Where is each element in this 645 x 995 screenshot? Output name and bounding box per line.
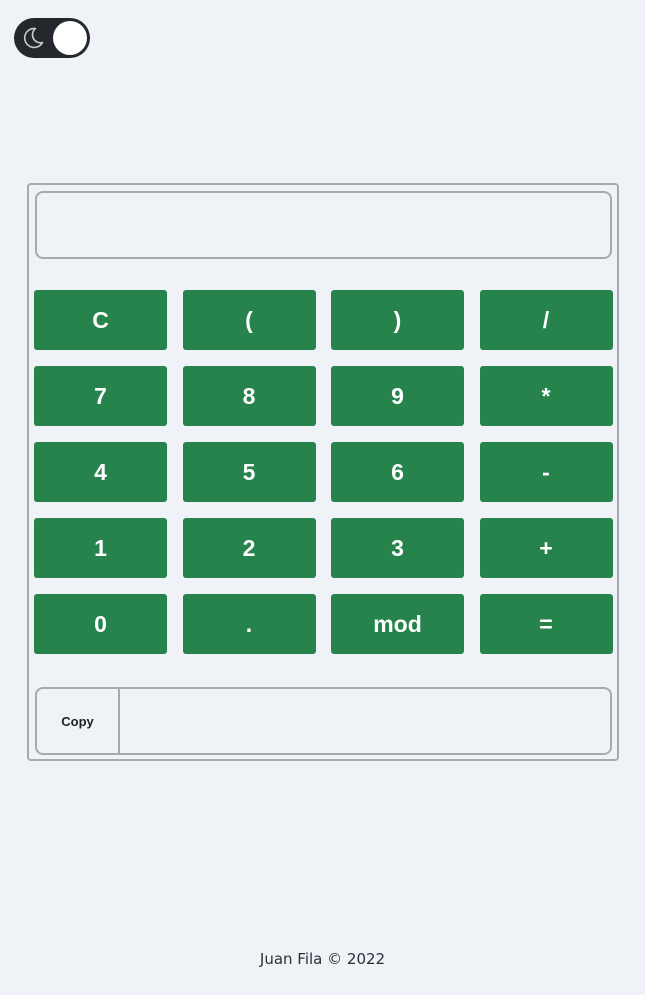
theme-toggle[interactable] <box>14 18 90 58</box>
digit-6-button[interactable]: 6 <box>331 442 464 502</box>
footer-credit: Juan Fila © 2022 <box>259 950 386 968</box>
multiply-button[interactable]: * <box>479 366 613 426</box>
calculator: C()/ 7 8 9 * 4 5 6- 1 2 3 +0. mod = Copy <box>27 183 619 761</box>
digit-3-button[interactable]: 3 <box>331 518 464 578</box>
moon-icon <box>23 27 44 49</box>
clear-button[interactable]: C <box>34 290 167 350</box>
keypad: C()/ 7 8 9 * 4 5 6- 1 2 3 +0. mod = <box>34 290 614 654</box>
digit-5-button[interactable]: 5 <box>182 442 316 502</box>
open-paren-button[interactable]: ( <box>182 290 316 350</box>
digit-0-button[interactable]: 0 <box>34 594 167 654</box>
calculator-display[interactable] <box>35 191 612 259</box>
subtract-button[interactable]: - <box>479 442 613 502</box>
result-output[interactable] <box>120 689 610 753</box>
decimal-button[interactable]: . <box>182 594 316 654</box>
digit-2-button[interactable]: 2 <box>182 518 316 578</box>
digit-1-button[interactable]: 1 <box>34 518 167 578</box>
result-row: Copy <box>35 687 612 755</box>
toggle-knob <box>53 21 87 55</box>
digit-7-button[interactable]: 7 <box>34 366 167 426</box>
digit-4-button[interactable]: 4 <box>34 442 167 502</box>
mod-button[interactable]: mod <box>331 594 464 654</box>
close-paren-button[interactable]: ) <box>331 290 464 350</box>
equals-button[interactable]: = <box>479 594 613 654</box>
digit-8-button[interactable]: 8 <box>182 366 316 426</box>
copy-button[interactable]: Copy <box>37 689 120 753</box>
divide-button[interactable]: / <box>479 290 613 350</box>
digit-9-button[interactable]: 9 <box>331 366 464 426</box>
add-button[interactable]: + <box>479 518 613 578</box>
